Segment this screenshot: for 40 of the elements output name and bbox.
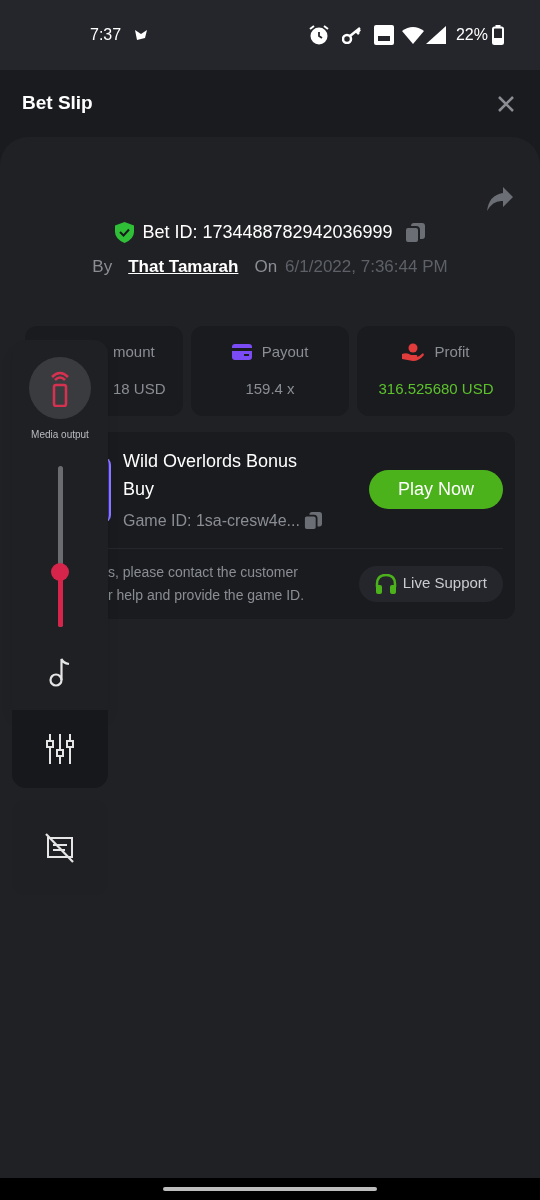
stat-label: mount — [113, 342, 155, 362]
wifi-icon — [401, 26, 424, 44]
headset-icon — [374, 573, 397, 594]
by-label: By — [92, 256, 113, 278]
phone-cast-icon — [49, 369, 71, 407]
live-support-button[interactable]: Live Support — [358, 565, 503, 602]
stat-label: Profit — [434, 342, 470, 362]
bet-date: 6/1/2022, 7:36:44 PM — [285, 256, 448, 278]
status-time: 7:37 — [90, 25, 122, 45]
user-link[interactable]: That Tamarah — [128, 254, 239, 280]
stat-value: 18 USD — [113, 378, 166, 399]
hand-coin-icon — [402, 343, 425, 362]
battery-percent: 22% — [455, 25, 488, 45]
stat-value: 159.4 x — [245, 378, 295, 399]
card-icon — [231, 344, 252, 361]
game-id: Game ID: 1sa-cresw4e... — [123, 510, 300, 531]
captions-off-icon — [45, 832, 75, 863]
volume-slider[interactable] — [51, 466, 69, 627]
stat-label: Payout — [261, 342, 309, 362]
shield-check-icon — [115, 222, 135, 243]
bet-id: Bet ID: 1734488782942036999 — [142, 221, 393, 244]
equalizer-icon — [46, 734, 74, 764]
equalizer-button[interactable] — [12, 710, 108, 788]
help-text: s, please contact the customer r help and provide the game ID. — [108, 562, 305, 605]
share-icon[interactable] — [487, 187, 513, 211]
volume-thumb[interactable] — [51, 563, 69, 582]
stat-value: 316.525680 USD — [378, 378, 494, 399]
alarm-icon — [307, 24, 330, 46]
battery-icon — [492, 25, 504, 45]
music-note-icon[interactable] — [49, 657, 71, 687]
game-title: Wild Overlords Bonus Buy — [123, 449, 299, 501]
copy-icon[interactable] — [303, 510, 322, 531]
header-title: Bet Slip — [22, 91, 93, 116]
media-output-label: Media output — [31, 428, 89, 442]
on-label: On — [254, 256, 278, 278]
volte-icon — [373, 25, 394, 45]
key-icon — [341, 26, 362, 44]
signal-icon — [425, 26, 446, 44]
copy-icon[interactable] — [404, 222, 425, 243]
notification-icon — [133, 28, 150, 42]
